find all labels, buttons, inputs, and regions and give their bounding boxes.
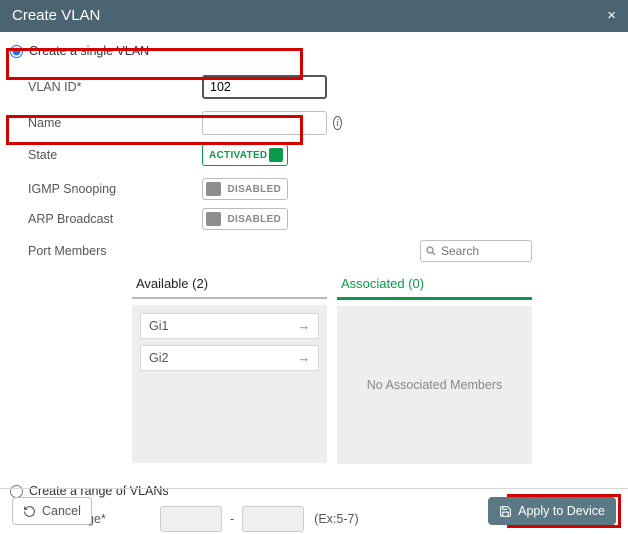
state-label: State — [24, 148, 202, 162]
close-icon[interactable]: × — [607, 0, 616, 32]
available-item[interactable]: Gi1 → — [140, 313, 319, 339]
apply-button[interactable]: Apply to Device — [488, 497, 616, 525]
state-indicator-icon — [269, 148, 283, 162]
arp-label: ARP Broadcast — [24, 212, 202, 226]
dialog-title: Create VLAN — [12, 0, 100, 32]
arp-toggle[interactable]: DISABLED — [202, 208, 288, 230]
arp-indicator-icon — [206, 212, 221, 226]
option-single-label: Create a single VLAN — [29, 44, 149, 58]
undo-icon — [23, 505, 36, 518]
available-list: Gi1 → Gi2 → — [132, 305, 327, 463]
vlan-id-label: VLAN ID* — [24, 80, 202, 94]
name-input[interactable] — [202, 111, 327, 135]
state-toggle[interactable]: ACTIVATED — [202, 144, 288, 166]
move-right-icon[interactable]: → — [298, 319, 311, 333]
cancel-label: Cancel — [42, 504, 81, 518]
arp-value: DISABLED — [227, 214, 281, 225]
apply-label: Apply to Device — [518, 504, 605, 518]
available-header: Available (2) — [132, 270, 327, 299]
option-single-vlan[interactable]: Create a single VLAN — [10, 40, 618, 62]
vlan-id-input[interactable] — [202, 75, 327, 99]
port-members-label: Port Members — [24, 244, 202, 258]
move-right-icon[interactable]: → — [298, 351, 311, 365]
name-label: Name — [24, 116, 202, 130]
associated-list: No Associated Members — [337, 306, 532, 464]
available-item-label: Gi1 — [149, 319, 168, 333]
cancel-button[interactable]: Cancel — [12, 497, 92, 525]
dual-list: Available (2) Gi1 → Gi2 → Associated (0) — [132, 270, 532, 464]
dialog-header: Create VLAN × — [0, 0, 628, 32]
state-value: ACTIVATED — [209, 150, 267, 161]
dialog-footer: Cancel Apply to Device — [0, 488, 628, 533]
igmp-label: IGMP Snooping — [24, 182, 202, 196]
available-item[interactable]: Gi2 → — [140, 345, 319, 371]
igmp-value: DISABLED — [227, 184, 281, 195]
associated-header: Associated (0) — [337, 270, 532, 300]
no-associated-text: No Associated Members — [337, 378, 532, 392]
radio-single-vlan[interactable] — [10, 45, 23, 58]
igmp-indicator-icon — [206, 182, 221, 196]
save-icon — [499, 505, 512, 518]
available-item-label: Gi2 — [149, 351, 168, 365]
info-icon: i — [333, 116, 342, 130]
igmp-toggle[interactable]: DISABLED — [202, 178, 288, 200]
search-icon — [425, 245, 437, 257]
